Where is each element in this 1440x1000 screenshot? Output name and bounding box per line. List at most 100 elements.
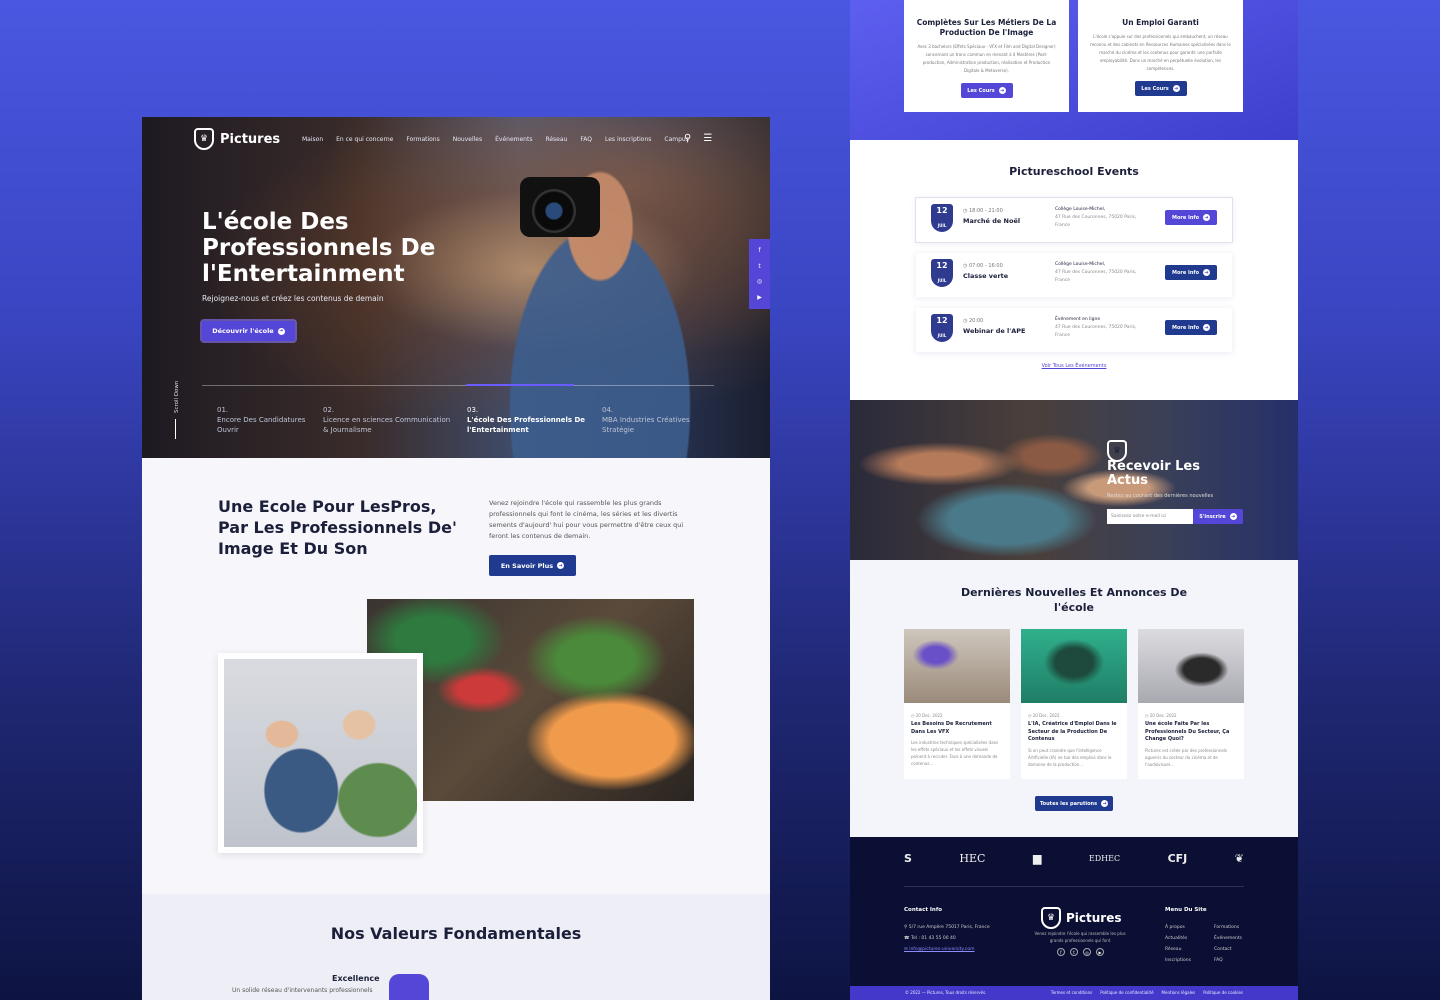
nav-item-formations[interactable]: Formations xyxy=(406,136,439,143)
footer-divider xyxy=(904,886,1244,887)
card-title: Complètes Sur Les Métiers De La Producti… xyxy=(916,18,1057,37)
news-title: Dernières Nouvelles Et Annonces De l'éco… xyxy=(850,585,1298,615)
subscribe-button[interactable]: S'inscrire ➜ xyxy=(1193,509,1243,524)
legal-link[interactable]: Mentions légales xyxy=(1162,990,1196,996)
news-card[interactable]: ◷ 20 Dec. 2022 L'IA, Créatrice d'Emploi … xyxy=(1021,629,1127,779)
facebook-icon[interactable]: f xyxy=(1057,948,1065,956)
footer-logo[interactable]: ♛ Pictures xyxy=(1041,907,1122,929)
event-month: JUIL xyxy=(937,223,947,228)
news-card[interactable]: ◷ 20 Dec. 2022 Les Besoins De Recrutemen… xyxy=(904,629,1010,779)
contact-email[interactable]: ✉ info@pictures-university.com xyxy=(904,944,990,955)
footer-logo-text: Pictures xyxy=(1066,911,1122,925)
nav-item-about[interactable]: En ce qui concerne xyxy=(336,136,393,143)
news-headline: Une école Faite Par les Professionnels D… xyxy=(1145,721,1230,742)
slide-tab-3[interactable]: 03. L'école Des Professionnels De l'Enter… xyxy=(467,405,587,435)
news-image xyxy=(1021,629,1127,703)
about-text: Venez rejoindre l'école qui rassemble le… xyxy=(489,499,684,540)
nav-item-nouvelles[interactable]: Nouvelles xyxy=(453,136,482,143)
card-text: Avec 3 bachelors (Effets Spéciaux - VFX … xyxy=(917,44,1056,73)
partner-logos: S HEC ▆ EDHEC CFJ ❦ xyxy=(904,852,1244,865)
youtube-icon[interactable]: ▶ xyxy=(1096,948,1104,956)
twitter-icon[interactable]: t xyxy=(1070,948,1078,956)
footer-link[interactable]: Formations xyxy=(1214,922,1242,933)
card-title: Un Emploi Garanti xyxy=(1122,18,1199,27)
facebook-icon[interactable]: f xyxy=(758,247,760,254)
event-name: Webinar de l'APE xyxy=(963,327,1026,335)
learn-more-button[interactable]: En Savoir Plus ➜ xyxy=(489,555,576,576)
scroll-down-label[interactable]: Scroll Down xyxy=(174,381,180,413)
values-section: Nos Valeurs Fondamentales Excellence Un … xyxy=(142,894,770,1000)
footer-link[interactable]: Actualités xyxy=(1165,933,1191,944)
twitter-icon[interactable]: t xyxy=(758,263,760,270)
more-info-button[interactable]: More Info ➜ xyxy=(1165,210,1217,225)
footer-link[interactable]: Contact xyxy=(1214,944,1242,955)
event-item[interactable]: 12 JUIL ◷ 18:00 - 21:00 Marché de Noël Co… xyxy=(915,197,1233,243)
partner-logo: ❦ xyxy=(1234,852,1244,865)
nav-item-inscriptions[interactable]: Les inscriptions xyxy=(605,136,651,143)
news-excerpt: Pictures est créée par des professionnel… xyxy=(1145,747,1228,767)
arrow-right-icon: ➜ xyxy=(277,327,285,335)
copyright-text: © 2022 — Pictures, Tous droits réservés. xyxy=(905,990,987,995)
footer-link[interactable]: FAQ xyxy=(1214,955,1242,966)
edhec-logo: EDHEC xyxy=(1088,854,1121,863)
news-card[interactable]: ◷ 20 Dec. 2022 Une école Faite Par les P… xyxy=(1138,629,1244,779)
nav-item-evenements[interactable]: Événements xyxy=(495,136,532,143)
logo[interactable]: ♛ Pictures xyxy=(194,128,280,150)
slide-number: 02. xyxy=(323,406,335,414)
hero-section: ♛ Pictures Maison En ce qui concerne For… xyxy=(142,117,770,458)
news-section: Dernières Nouvelles Et Annonces De l'éco… xyxy=(850,560,1298,837)
instagram-icon[interactable]: ◎ xyxy=(1083,948,1091,956)
about-title: Une Ecole Pour LesPros, Par Les Professi… xyxy=(218,497,457,558)
arrow-right-icon: ➜ xyxy=(1229,513,1237,520)
instagram-icon[interactable]: ◎ xyxy=(757,278,762,285)
news-title-text: Dernières Nouvelles Et Annonces De l'éco… xyxy=(960,586,1188,614)
shield-icon: ♛ xyxy=(194,128,214,150)
menu-icon[interactable]: ☰ xyxy=(703,133,712,144)
hero-title: L'école Des Professionnels De l'Entertai… xyxy=(202,209,436,287)
slide-title: Licence en sciences Communication & Jour… xyxy=(323,416,451,434)
more-info-button[interactable]: More Info ➜ xyxy=(1165,320,1217,335)
news-date: ◷ 20 Dec. 2022 xyxy=(911,713,943,718)
newsletter-subtitle: Restez au courant des dernières nouvelle… xyxy=(1107,493,1214,499)
value-description: Un solide réseau d'intervenants professi… xyxy=(232,987,373,994)
slide-tab-2[interactable]: 02. Licence en sciences Communication & J… xyxy=(323,405,453,435)
search-icon[interactable]: ⚲ xyxy=(684,133,691,144)
event-time: ◷ 18:00 - 21:00 xyxy=(963,208,1003,214)
more-info-button[interactable]: More Info ➜ xyxy=(1165,265,1217,280)
legal-link[interactable]: Politique de confidentialité xyxy=(1100,990,1153,996)
event-place: Événement en ligne xyxy=(1055,317,1101,322)
arrow-right-icon: ➜ xyxy=(1172,85,1180,92)
slide-title: MBA Industries Créatives Stratégie xyxy=(602,416,690,434)
slider-active-indicator xyxy=(466,384,574,386)
logo-text: Pictures xyxy=(220,131,281,147)
footer-link[interactable]: À propos xyxy=(1165,922,1191,933)
footer-link[interactable]: Réseau xyxy=(1165,944,1191,955)
news-headline: L'IA, Créatrice d'Emploi Dans le Secteur… xyxy=(1028,721,1117,742)
values-title: Nos Valeurs Fondamentales xyxy=(330,924,582,943)
news-date: ◷ 20 Dec. 2022 xyxy=(1145,713,1177,718)
main-nav: Maison En ce qui concerne Formations Nou… xyxy=(302,136,689,143)
email-input[interactable]: Saisissez votre e-mail ici xyxy=(1107,509,1193,524)
slide-tab-1[interactable]: 01. Encore Des Candidatures Ouvrir xyxy=(217,405,307,435)
legal-link[interactable]: Termes et conditions xyxy=(1051,990,1092,996)
footer-link[interactable]: Inscriptions xyxy=(1165,955,1191,966)
nav-item-maison[interactable]: Maison xyxy=(302,136,323,143)
youtube-icon[interactable]: ▶ xyxy=(757,294,762,301)
courses-button[interactable]: Les Cours ➜ xyxy=(1134,81,1187,96)
nav-item-faq[interactable]: FAQ xyxy=(580,136,592,143)
event-item[interactable]: 12 JUIL ◷ 20:00 Webinar de l'APE Événemen… xyxy=(916,308,1232,352)
legal-link[interactable]: Politique de cookies xyxy=(1203,990,1243,996)
slide-tab-4[interactable]: 04. MBA Industries Créatives Stratégie xyxy=(602,405,712,435)
event-item[interactable]: 12 JUIL ◷ 07:00 - 16:00 Classe verte Coll… xyxy=(916,253,1232,297)
footer-link[interactable]: Événements xyxy=(1214,933,1242,944)
contact-list: ⚲ 5/7 rue Ampère 75017 Paris, France ☎ T… xyxy=(904,922,990,955)
more-info-label: More Info xyxy=(1171,214,1200,221)
all-publications-button[interactable]: Toutes les parutions ➜ xyxy=(1035,796,1113,811)
hero-subtitle: Rejoignez-nous et créez les contenus de … xyxy=(202,294,384,303)
nav-item-reseau[interactable]: Réseau xyxy=(545,136,567,143)
courses-button[interactable]: Les Cours ➜ xyxy=(960,83,1013,98)
all-events-link[interactable]: Voir Tous Les Événements xyxy=(850,363,1298,369)
arrow-down-icon xyxy=(175,419,176,439)
events-title: Pictureschool Events xyxy=(1009,165,1139,178)
discover-school-button[interactable]: Découvrir l'école ➜ xyxy=(200,319,297,343)
